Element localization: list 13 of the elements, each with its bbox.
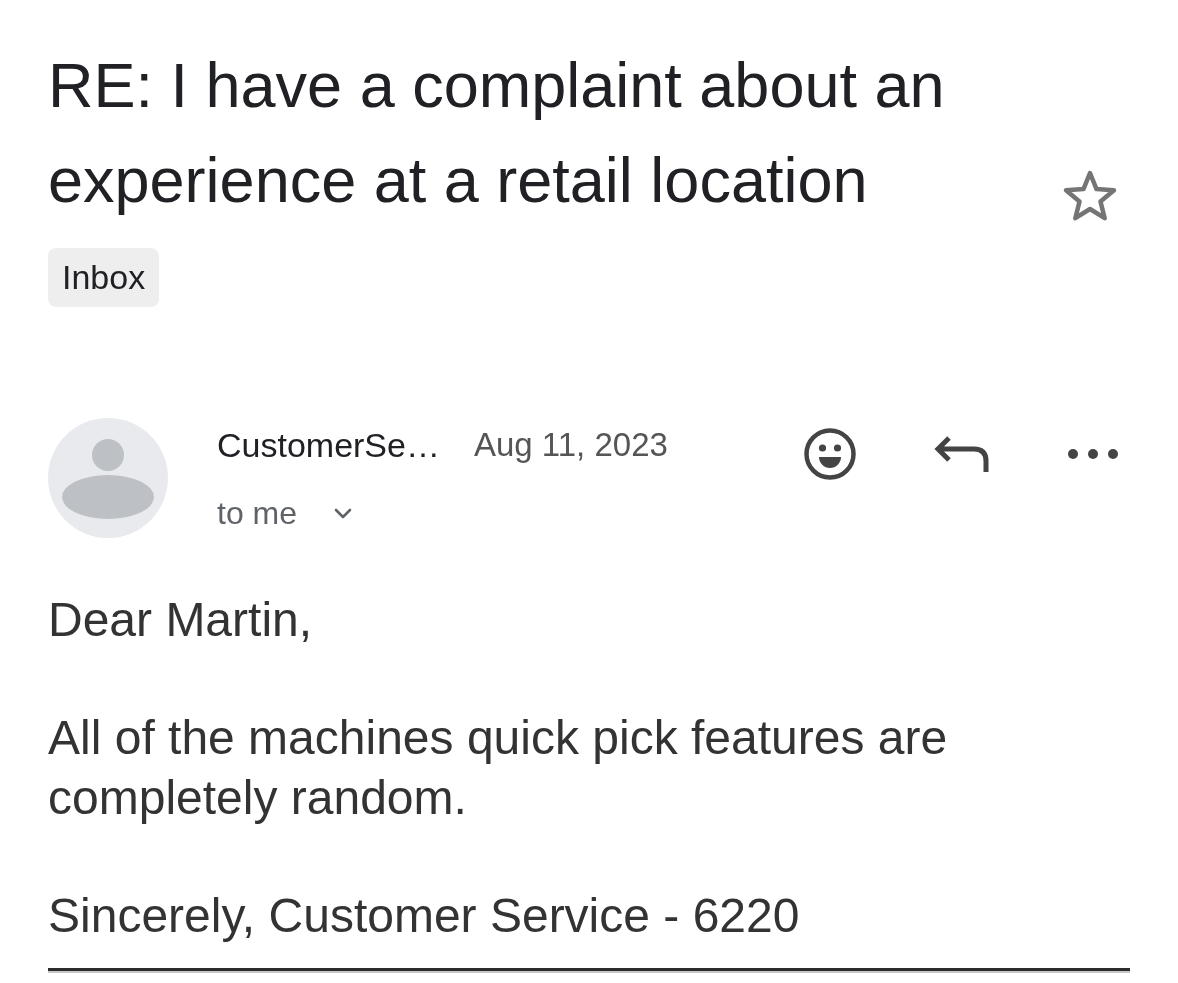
message-date: Aug 11, 2023 xyxy=(473,426,668,464)
more-options-icon[interactable] xyxy=(1068,449,1118,459)
body-paragraph: Sincerely, Customer Service - 6220 xyxy=(48,888,801,944)
chevron-down-icon xyxy=(334,507,353,519)
avatar-icon xyxy=(48,418,168,538)
label-chip: Inbox xyxy=(48,248,160,307)
body-paragraph: All of the machines quick pick features are completely random. xyxy=(48,710,949,826)
body-paragraph: Dear Martin, xyxy=(48,592,314,648)
emoji-icon[interactable] xyxy=(804,428,856,480)
sender-name: CustomerSe… xyxy=(217,425,440,465)
recipient-dropdown[interactable]: to me xyxy=(217,493,353,533)
reply-icon[interactable] xyxy=(934,434,990,474)
email-subject: RE: I have a complaint about an experience at a retail location xyxy=(48,49,946,217)
